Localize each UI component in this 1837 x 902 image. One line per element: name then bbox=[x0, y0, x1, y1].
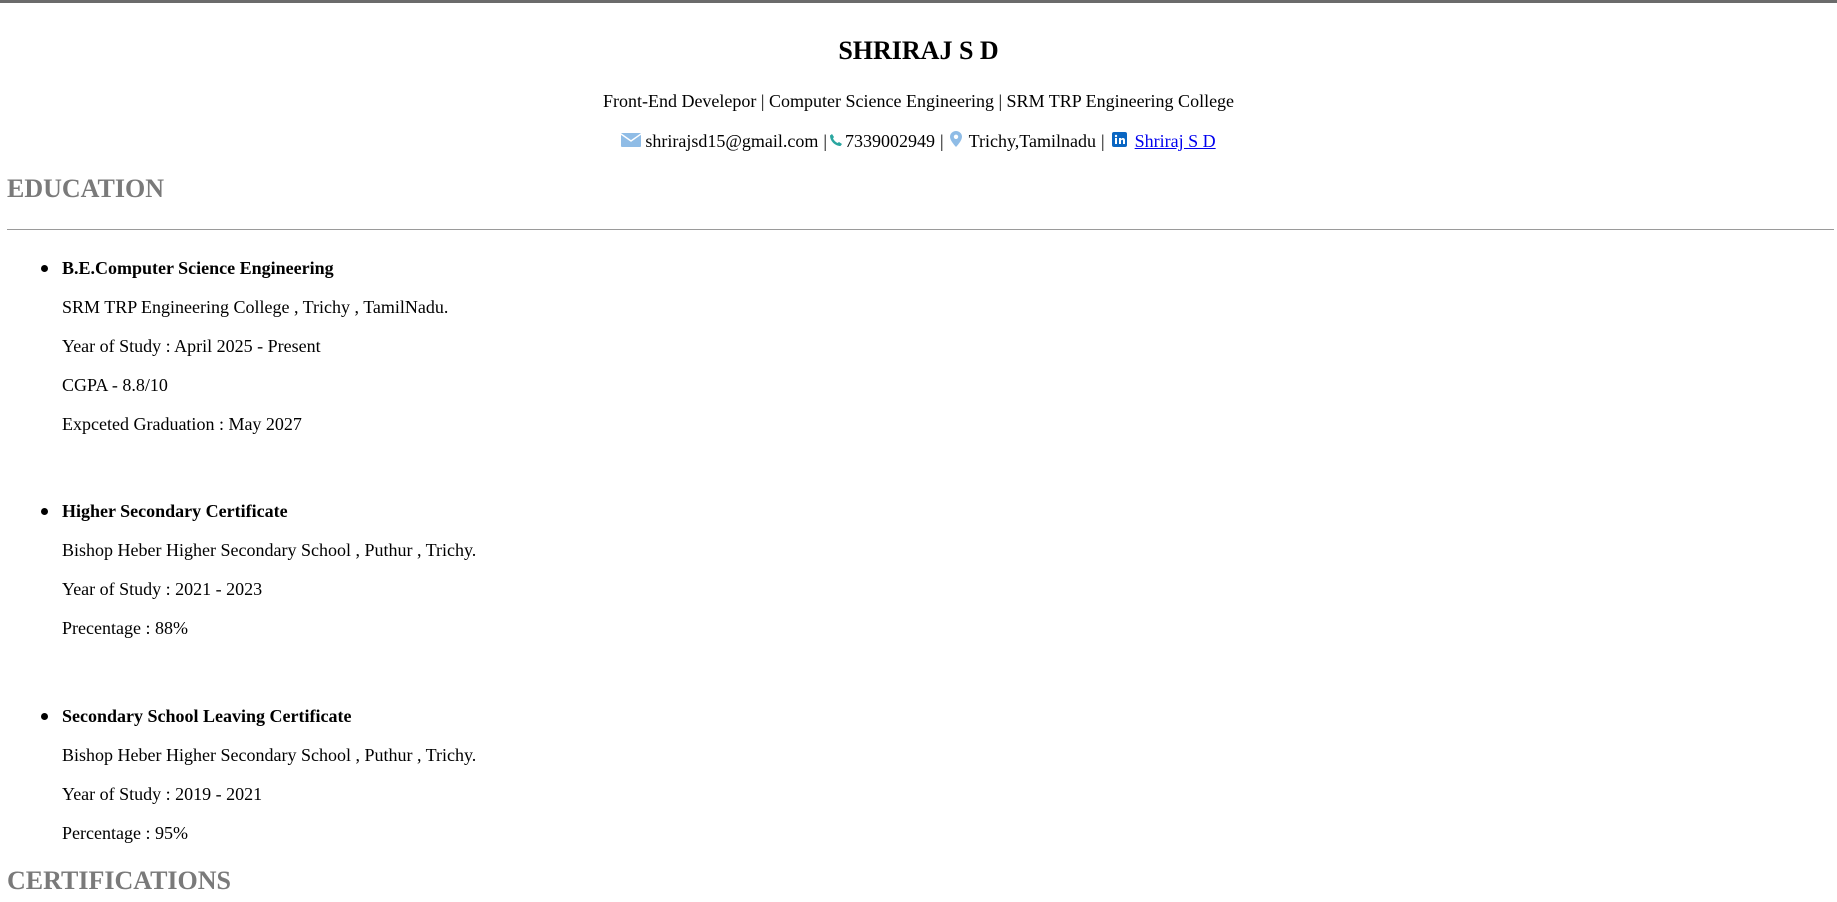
education-detail: Year of Study : 2021 - 2023 bbox=[62, 579, 263, 599]
candidate-tagline: Front-End Develepor | Computer Science E… bbox=[602, 91, 1235, 111]
education-detail: CGPA - 8.8/10 bbox=[62, 375, 168, 395]
contact-separator: | bbox=[1101, 131, 1105, 151]
linkedin-icon bbox=[1111, 130, 1127, 152]
education-item: B.E.Computer Science Engineering SRM TRP… bbox=[41, 257, 762, 435]
bullet-icon bbox=[41, 713, 48, 720]
phone-text: 7339002949 bbox=[845, 131, 936, 151]
email-icon bbox=[620, 130, 642, 152]
education-degree: Secondary School Leaving Certificate bbox=[62, 706, 352, 726]
section-title-education: EDUCATION bbox=[7, 174, 164, 203]
contact-separator: | bbox=[823, 131, 828, 151]
certifications-section: CERTIFICATIONS bbox=[0, 866, 231, 896]
education-item: Secondary School Leaving Certificate Bis… bbox=[41, 705, 762, 844]
education-detail: Percentage : 95% bbox=[62, 823, 188, 843]
education-detail: Year of Study : 2019 - 2021 bbox=[62, 784, 263, 804]
education-detail: Expceted Graduation : May 2027 bbox=[62, 414, 302, 434]
email-text: shrirajsd15@gmail.com bbox=[645, 131, 819, 151]
section-divider bbox=[7, 229, 1834, 230]
phone-icon bbox=[829, 130, 843, 152]
education-detail: SRM TRP Engineering College , Trichy , T… bbox=[62, 297, 449, 317]
education-detail: Bishop Heber Higher Secondary School , P… bbox=[62, 745, 477, 765]
linkedin-link[interactable]: Shriraj S D bbox=[1135, 130, 1216, 152]
location-pin-icon bbox=[949, 130, 962, 152]
education-degree: Higher Secondary Certificate bbox=[62, 501, 288, 521]
resume-header: SHRIRAJ S D Front-End Develepor | Comput… bbox=[0, 3, 1837, 152]
candidate-name: SHRIRAJ S D bbox=[838, 36, 999, 65]
education-section: EDUCATION bbox=[0, 174, 164, 204]
bullet-icon bbox=[41, 265, 48, 272]
section-title-certifications: CERTIFICATIONS bbox=[7, 866, 231, 895]
education-detail: Precentage : 88% bbox=[62, 618, 188, 638]
location-text: Trichy,Tamilnadu bbox=[968, 131, 1097, 151]
contact-line: shrirajsd15@gmail.com | 7339002949 | Tri… bbox=[0, 112, 1837, 152]
education-item: Higher Secondary Certificate Bishop Hebe… bbox=[41, 500, 762, 639]
bullet-icon bbox=[41, 508, 48, 515]
contact-separator: | bbox=[940, 131, 944, 151]
education-detail: Bishop Heber Higher Secondary School , P… bbox=[62, 540, 477, 560]
education-detail: Year of Study : April 2025 - Present bbox=[62, 336, 321, 356]
education-degree: B.E.Computer Science Engineering bbox=[62, 258, 334, 278]
